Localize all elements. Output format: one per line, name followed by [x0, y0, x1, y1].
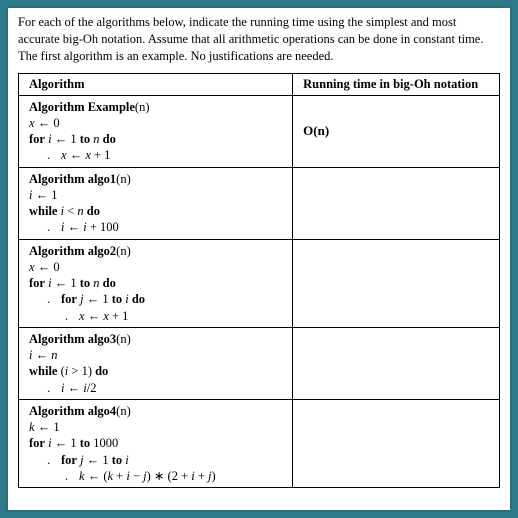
code-line: i ← 1 — [29, 187, 286, 203]
code-line: k ← 1 — [29, 419, 286, 435]
table-header-row: Algorithm Running time in big-Oh notatio… — [19, 73, 500, 95]
running-time-cell — [293, 239, 500, 327]
table-row: Algorithm algo3(n)i ← nwhile (i > 1) doi… — [19, 327, 500, 399]
algorithm-title: Algorithm algo1(n) — [29, 171, 286, 187]
algorithm-title: Algorithm algo2(n) — [29, 243, 286, 259]
header-running-time: Running time in big-Oh notation — [293, 73, 500, 95]
running-time-cell: O(n) — [293, 95, 500, 167]
code-line: while (i > 1) do — [29, 363, 286, 379]
algorithm-table: Algorithm Running time in big-Oh notatio… — [18, 73, 500, 489]
code-line: for j ← 1 to i do — [29, 291, 286, 307]
algorithm-title: Algorithm algo3(n) — [29, 331, 286, 347]
running-time-cell — [293, 327, 500, 399]
code-line: while i < n do — [29, 203, 286, 219]
table-row: Algorithm algo2(n)x ← 0for i ← 1 to n do… — [19, 239, 500, 327]
code-line: i ← i/2 — [29, 380, 286, 396]
table-row: Algorithm Example(n)x ← 0for i ← 1 to n … — [19, 95, 500, 167]
code-line: x ← x + 1 — [29, 308, 286, 324]
code-line: k ← (k + i − j) ∗ (2 + i + j) — [29, 468, 286, 484]
algorithm-cell: Algorithm Example(n)x ← 0for i ← 1 to n … — [19, 95, 293, 167]
page: For each of the algorithms below, indica… — [8, 8, 510, 510]
header-algorithm: Algorithm — [19, 73, 293, 95]
algorithm-cell: Algorithm algo1(n)i ← 1while i < n doi ←… — [19, 167, 293, 239]
instructions-text: For each of the algorithms below, indica… — [18, 14, 500, 65]
code-line: x ← 0 — [29, 115, 286, 131]
table-row: Algorithm algo1(n)i ← 1while i < n doi ←… — [19, 167, 500, 239]
code-line: for i ← 1 to n do — [29, 275, 286, 291]
code-line: x ← 0 — [29, 259, 286, 275]
algorithm-cell: Algorithm algo4(n)k ← 1for i ← 1 to 1000… — [19, 399, 293, 487]
algorithm-title: Algorithm algo4(n) — [29, 403, 286, 419]
algorithm-cell: Algorithm algo2(n)x ← 0for i ← 1 to n do… — [19, 239, 293, 327]
code-line: for j ← 1 to i — [29, 452, 286, 468]
code-line: i ← n — [29, 347, 286, 363]
code-line: for i ← 1 to 1000 — [29, 435, 286, 451]
algorithm-cell: Algorithm algo3(n)i ← nwhile (i > 1) doi… — [19, 327, 293, 399]
table-row: Algorithm algo4(n)k ← 1for i ← 1 to 1000… — [19, 399, 500, 487]
code-line: x ← x + 1 — [29, 147, 286, 163]
running-time-cell — [293, 167, 500, 239]
running-time-cell — [293, 399, 500, 487]
code-line: for i ← 1 to n do — [29, 131, 286, 147]
code-line: i ← i + 100 — [29, 219, 286, 235]
algorithm-title: Algorithm Example(n) — [29, 99, 286, 115]
